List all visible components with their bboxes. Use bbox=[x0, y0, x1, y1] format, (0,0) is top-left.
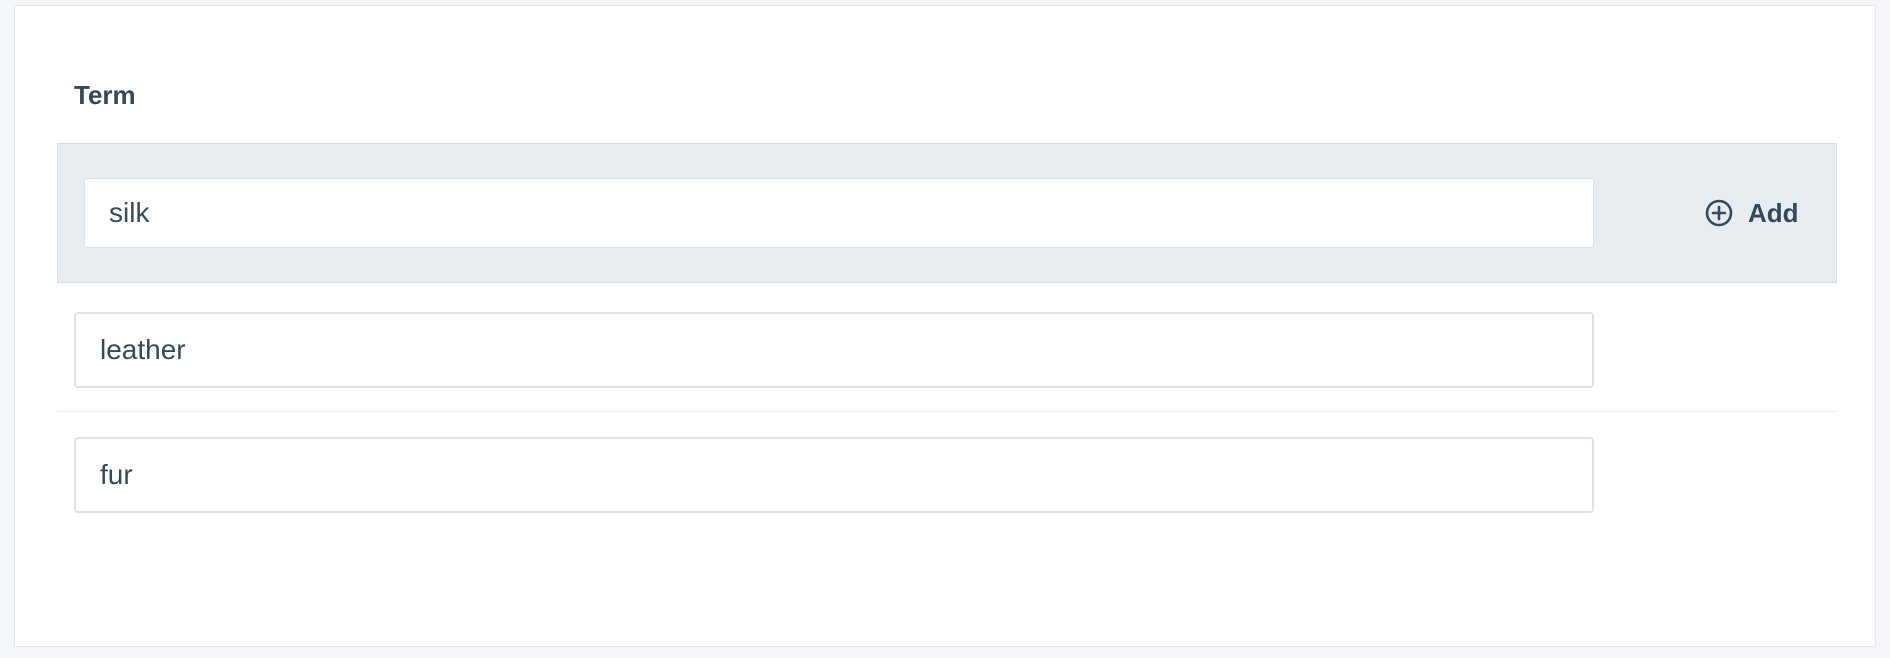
term-input-fur[interactable] bbox=[74, 437, 1594, 513]
plus-circle-icon bbox=[1704, 198, 1734, 228]
section-label: Term bbox=[74, 80, 136, 110]
term-input-leather[interactable] bbox=[74, 312, 1594, 388]
add-button-label: Add bbox=[1748, 197, 1799, 228]
add-term-button[interactable]: Add bbox=[1704, 192, 1799, 234]
term-row bbox=[57, 306, 1837, 412]
term-row bbox=[57, 430, 1837, 520]
new-term-input[interactable] bbox=[84, 178, 1594, 248]
add-term-row: Add bbox=[57, 143, 1837, 283]
terms-card: Term Add bbox=[14, 5, 1876, 647]
